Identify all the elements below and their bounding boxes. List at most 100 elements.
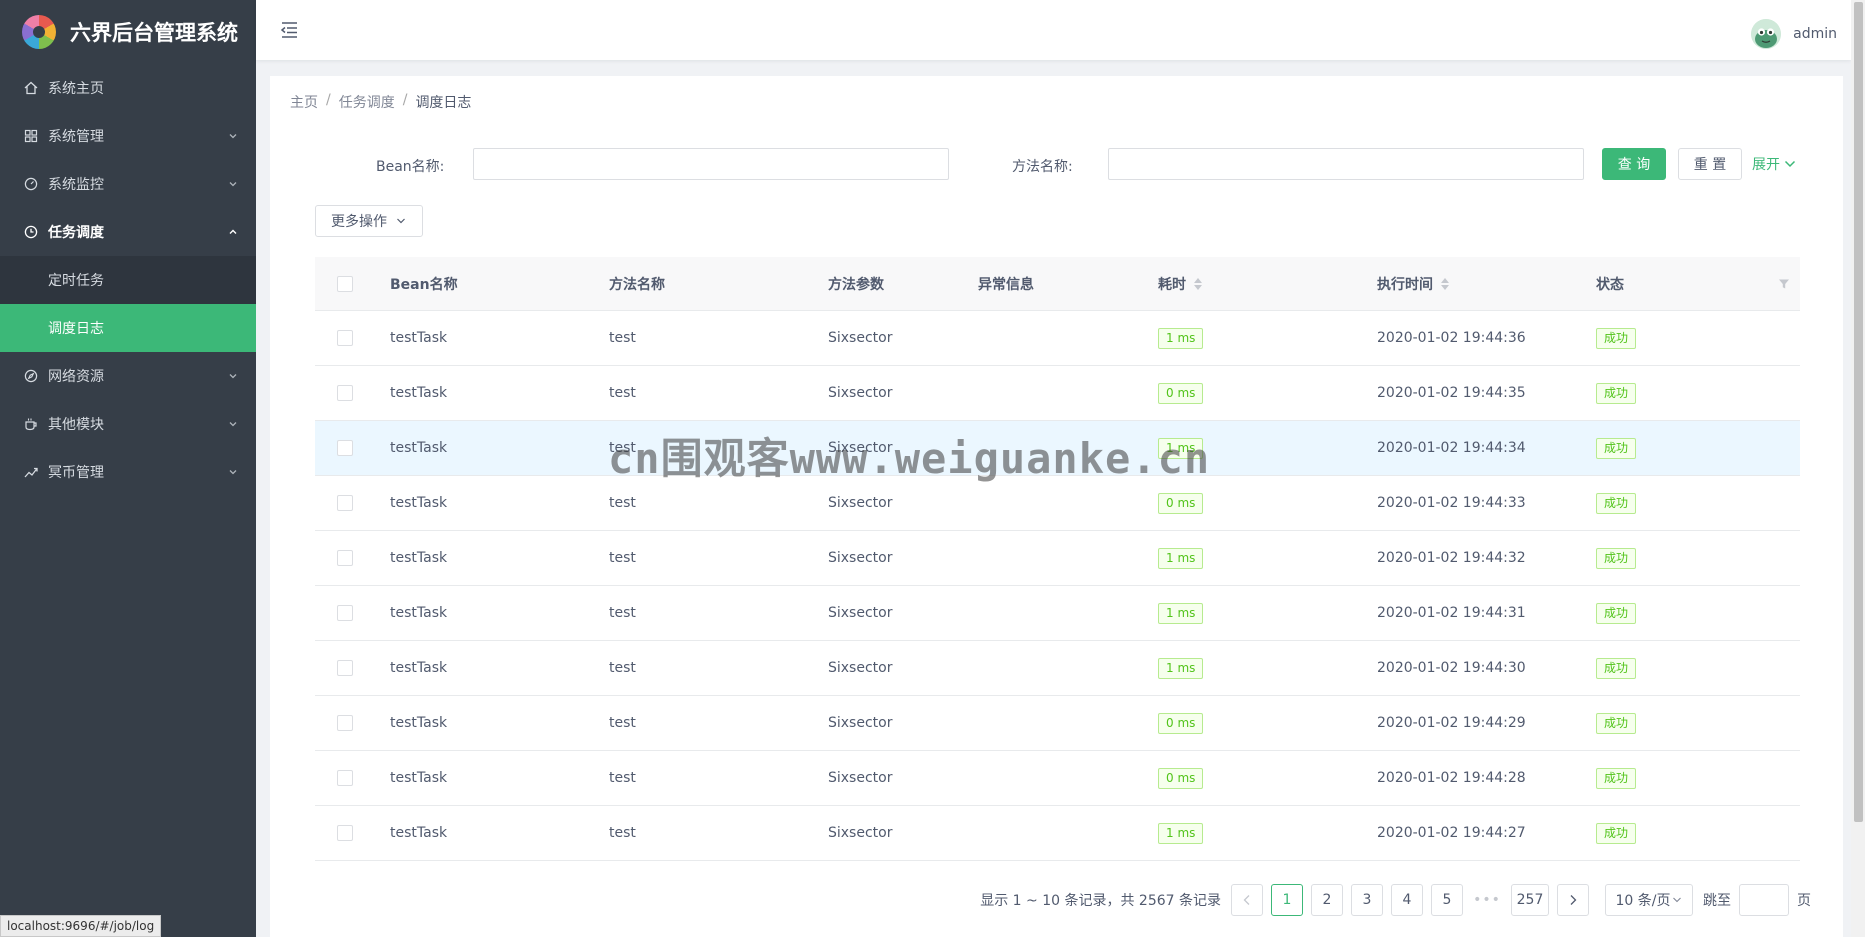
table-row[interactable]: testTask test Sixsector 1 ms 2020-01-02 19:4… — [315, 586, 1800, 641]
expand-link[interactable]: 展开 — [1752, 154, 1796, 174]
row-checkbox[interactable] — [337, 770, 353, 786]
page-size-value: 10 条/页 — [1615, 893, 1671, 909]
status-badge: 成功 — [1596, 492, 1637, 514]
cell-params: Sixsector — [828, 825, 893, 841]
cell-params: Sixsector — [828, 660, 893, 676]
jump-page-input[interactable] — [1739, 884, 1789, 916]
row-checkbox[interactable] — [337, 660, 353, 676]
brand[interactable]: 六界后台管理系统 — [0, 0, 256, 64]
page-2-button[interactable]: 2 — [1311, 884, 1343, 916]
user-menu[interactable]: admin — [1751, 18, 1837, 50]
sidebar-item-home[interactable]: 系统主页 — [0, 64, 256, 112]
row-checkbox[interactable] — [337, 495, 353, 511]
table-body: testTask test Sixsector 1 ms 2020-01-02 19:4… — [315, 311, 1800, 861]
column-header-error: 异常信息 — [978, 276, 1034, 293]
table-row[interactable]: testTask test Sixsector 1 ms 2020-01-02 19:4… — [315, 531, 1800, 586]
table-row[interactable]: testTask test Sixsector 1 ms 2020-01-02 19:4… — [315, 806, 1800, 861]
page-size-select[interactable]: 10 条/页 — [1605, 884, 1693, 916]
sidebar-item-task-scheduling[interactable]: 任务调度 — [0, 208, 256, 256]
duration-tag: 1 ms — [1158, 327, 1204, 349]
breadcrumb-separator: / — [402, 92, 408, 108]
bean-name-label: Bean名称: — [376, 159, 445, 175]
sidebar-item-system-management[interactable]: 系统管理 — [0, 112, 256, 160]
cell-duration: 1 ms — [1158, 602, 1377, 624]
prev-page-button[interactable] — [1231, 884, 1263, 916]
chevron-left-icon — [1243, 895, 1250, 905]
sort-icon[interactable] — [1441, 277, 1449, 290]
page-last-button[interactable]: 257 — [1511, 884, 1549, 916]
cell-duration: 0 ms — [1158, 492, 1377, 514]
cell-bean: testTask — [390, 495, 448, 511]
sort-icon[interactable] — [1194, 277, 1202, 290]
page-5-button[interactable]: 5 — [1431, 884, 1463, 916]
table-row[interactable]: testTask test Sixsector 0 ms 2020-01-02 19:4… — [315, 696, 1800, 751]
pagination-summary: 显示 1 ~ 10 条记录，共 2567 条记录 — [980, 893, 1221, 909]
status-badge: 成功 — [1596, 657, 1637, 679]
filter-icon[interactable] — [1778, 278, 1790, 290]
chevron-down-icon — [1784, 160, 1796, 168]
breadcrumb-separator: / — [326, 92, 331, 108]
duration-tag: 1 ms — [1158, 437, 1204, 459]
table-row[interactable]: testTask test Sixsector 0 ms 2020-01-02 19:4… — [315, 476, 1800, 531]
cell-bean: testTask — [390, 440, 448, 456]
logo-icon — [22, 15, 56, 49]
cell-duration: 0 ms — [1158, 382, 1377, 404]
menu-collapse-icon[interactable] — [278, 20, 300, 40]
sidebar-item-system-monitor[interactable]: 系统监控 — [0, 160, 256, 208]
cell-status: 成功 — [1596, 547, 1800, 569]
chevron-right-icon — [1570, 895, 1577, 905]
sidebar-item-network-resources[interactable]: 网络资源 — [0, 352, 256, 400]
cell-bean: testTask — [390, 770, 448, 786]
table-row[interactable]: testTask test Sixsector 1 ms 2020-01-02 19:4… — [315, 641, 1800, 696]
reset-button[interactable]: 重 置 — [1678, 148, 1742, 180]
avatar — [1751, 19, 1782, 49]
cell-params: Sixsector — [828, 770, 893, 786]
scrollbar-thumb[interactable] — [1854, 2, 1863, 822]
method-name-input[interactable] — [1108, 148, 1584, 180]
row-checkbox[interactable] — [337, 330, 353, 346]
table-row[interactable]: testTask test Sixsector 0 ms 2020-01-02 19:4… — [315, 366, 1800, 421]
breadcrumb-home[interactable]: 主页 — [290, 92, 318, 112]
sidebar-item-other-modules[interactable]: 其他模块 — [0, 400, 256, 448]
status-badge: 成功 — [1596, 327, 1637, 349]
cell-params: Sixsector — [828, 330, 893, 346]
bean-name-input[interactable] — [473, 148, 949, 180]
select-all-checkbox[interactable] — [337, 275, 353, 292]
chevron-down-icon — [228, 179, 238, 189]
sidebar-item-currency-management[interactable]: 冥币管理 — [0, 448, 256, 496]
sidebar-item-scheduled-tasks[interactable]: 定时任务 — [0, 256, 256, 304]
sidebar-item-schedule-log[interactable]: 调度日志 — [0, 304, 256, 352]
row-checkbox[interactable] — [337, 550, 353, 566]
page-3-button[interactable]: 3 — [1351, 884, 1383, 916]
chevron-down-icon — [1673, 897, 1682, 903]
table-row[interactable]: testTask test Sixsector 0 ms 2020-01-02 19:4… — [315, 751, 1800, 806]
compass-icon — [24, 369, 38, 383]
cell-status: 成功 — [1596, 602, 1800, 624]
row-checkbox[interactable] — [337, 715, 353, 731]
next-page-button[interactable] — [1557, 884, 1589, 916]
cell-method: test — [609, 825, 636, 841]
page-1-button[interactable]: 1 — [1271, 884, 1303, 916]
cell-exec-time: 2020-01-02 19:44:34 — [1377, 440, 1526, 456]
sidebar-item-label: 调度日志 — [48, 321, 104, 337]
cell-bean: testTask — [390, 715, 448, 731]
duration-tag: 0 ms — [1158, 767, 1204, 789]
cell-params: Sixsector — [828, 440, 893, 456]
row-checkbox[interactable] — [337, 605, 353, 621]
row-checkbox[interactable] — [337, 385, 353, 401]
breadcrumb-parent[interactable]: 任务调度 — [339, 92, 395, 112]
jump-label: 跳至 — [1703, 893, 1731, 909]
column-header-duration[interactable]: 耗时 — [1158, 274, 1377, 294]
page-4-button[interactable]: 4 — [1391, 884, 1423, 916]
row-checkbox[interactable] — [337, 825, 353, 841]
more-actions-dropdown[interactable]: 更多操作 — [315, 205, 423, 237]
table-row[interactable]: testTask test Sixsector 1 ms 2020-01-02 19:4… — [315, 421, 1800, 476]
query-button[interactable]: 查 询 — [1602, 148, 1666, 180]
task-scheduling-submenu: 定时任务 调度日志 — [0, 256, 256, 352]
column-header-exec-time[interactable]: 执行时间 — [1377, 274, 1596, 294]
table-row[interactable]: testTask test Sixsector 1 ms 2020-01-02 19:4… — [315, 311, 1800, 366]
page-ellipsis[interactable]: ••• — [1471, 892, 1503, 908]
row-checkbox[interactable] — [337, 440, 353, 456]
page-scrollbar[interactable] — [1851, 0, 1865, 937]
status-bar-url: localhost:9696/#/job/log — [0, 915, 162, 937]
